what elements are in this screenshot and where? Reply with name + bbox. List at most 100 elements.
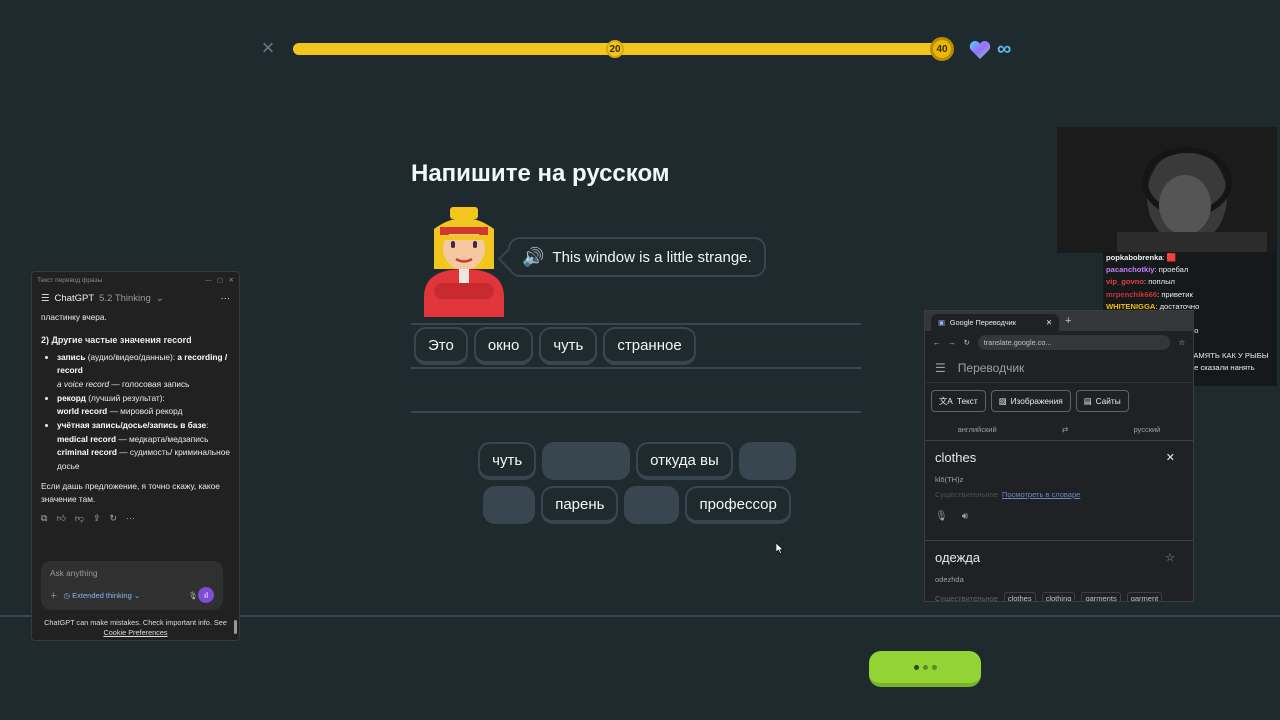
term: учётная запись/досье/запись в базе	[57, 419, 207, 430]
answer-line-top	[411, 323, 861, 325]
speaker-icon[interactable]: 🔊	[522, 247, 544, 268]
image-icon: ▨	[998, 396, 1007, 406]
answer-tile[interactable]: чуть	[539, 327, 598, 365]
swap-languages-icon[interactable]: ⇄	[1062, 425, 1068, 434]
model-name: ChatGPT	[54, 293, 95, 304]
dictionary-link[interactable]: Посмотреть в словаре	[1002, 490, 1080, 499]
loading-dot	[931, 664, 937, 670]
site-icon: ▤	[1083, 396, 1092, 406]
word-tile-placeholder	[624, 486, 680, 524]
forward-icon[interactable]: →	[948, 338, 955, 347]
voice-mode-icon[interactable]: ıl	[198, 587, 214, 603]
heart-icon	[969, 40, 991, 59]
message-text: пластинку вчера.	[41, 312, 107, 322]
target-language[interactable]: русский	[1133, 425, 1160, 434]
chat-message: пластинку вчера. 2) Другие частые значен…	[32, 309, 239, 509]
hearts-value: ∞	[997, 38, 1012, 60]
back-icon[interactable]: ←	[933, 338, 940, 347]
clear-icon[interactable]: ✕	[1166, 451, 1175, 464]
scrollbar[interactable]	[234, 290, 237, 635]
source-text-input[interactable]: clothes	[935, 450, 1183, 465]
word-tile[interactable]: парень	[541, 486, 619, 524]
disclaimer-text: ChatGPT can make mistakes. Check importa…	[44, 618, 227, 627]
answer-tile[interactable]: окно	[473, 327, 534, 365]
word-tile-placeholder	[542, 442, 631, 480]
window-controls[interactable]: — ▢ ✕	[205, 276, 234, 284]
term: запись	[57, 351, 86, 362]
lesson-progress-bar: 20 40	[293, 37, 954, 61]
example: criminal record	[57, 447, 117, 458]
close-icon[interactable]: ×	[259, 37, 277, 59]
chat-message: vip_govno: поплыл	[1106, 277, 1175, 287]
word-tile[interactable]: откуда вы	[636, 442, 733, 480]
extended-thinking-toggle[interactable]: ◷ Extended thinking ⌄	[58, 591, 189, 600]
alternative-translations: Существительное clothes clothing garment…	[935, 592, 1183, 601]
chat-username: vip_govno	[1106, 277, 1144, 287]
mode-label: Текст	[956, 396, 978, 406]
thumbs-up-icon[interactable]: 👍︎	[56, 513, 65, 524]
milestone-badge: 20	[606, 40, 624, 58]
webcam-feed	[1057, 127, 1277, 253]
answer-line-middle	[411, 367, 861, 369]
message-text: Если дашь предложение, я точно скажу, ка…	[41, 480, 220, 505]
answer-tile[interactable]: Это	[414, 327, 468, 365]
new-tab-icon[interactable]: +	[1065, 315, 1071, 327]
input-toolbar: ＋ ◷ Extended thinking ⌄ 🎙︎ ıl	[50, 587, 214, 603]
word-tile[interactable]: профессор	[685, 486, 791, 524]
menu-icon[interactable]: ☰	[935, 361, 946, 375]
regenerate-icon[interactable]: ↻	[110, 513, 118, 524]
speaker-icon[interactable]: 🔊︎	[962, 511, 968, 522]
browser-tab[interactable]: ▣ Google Переводчик ✕	[931, 314, 1059, 331]
star-icon[interactable]: ☆	[1165, 551, 1175, 564]
sidebar-toggle-icon[interactable]: ☰	[41, 293, 50, 304]
plus-icon[interactable]: ＋	[50, 590, 58, 601]
more-options-icon[interactable]: ···	[221, 293, 231, 304]
source-language[interactable]: английский	[958, 425, 997, 434]
more-icon[interactable]: ···	[126, 513, 135, 524]
reload-icon[interactable]: ↻	[964, 338, 970, 347]
microphone-icon[interactable]: 🎙︎	[188, 591, 198, 600]
chat-message: pacanchotkiy: проебал	[1106, 265, 1189, 275]
chat-username: pacanchotkiy	[1106, 265, 1155, 275]
chat-text: 🟥	[1166, 253, 1177, 262]
window-title: Текст перевод фразы	[37, 276, 103, 284]
prompt-sentence: This window is a little strange.	[552, 248, 752, 266]
word-tile-placeholder	[738, 442, 796, 480]
model-selector[interactable]: ☰ ChatGPT 5.2 Thinking ⌄	[41, 293, 164, 304]
character-illustration	[424, 207, 504, 317]
chat-username: mrpenchik666	[1106, 289, 1158, 299]
microphone-icon[interactable]: 🎙︎	[935, 511, 948, 522]
model-version: 5.2 Thinking	[99, 293, 151, 304]
answer-tile[interactable]: странное	[603, 327, 696, 365]
example: a voice record	[57, 378, 110, 389]
share-icon[interactable]: ⇪	[93, 513, 101, 524]
translation-transliteration: odezhda	[935, 575, 964, 584]
word-tile[interactable]: чуть	[478, 442, 537, 480]
chatgpt-window: Текст перевод фразы — ▢ ✕ ☰ ChatGPT 5.2 …	[31, 271, 240, 641]
copy-icon[interactable]: ⧉	[41, 513, 47, 524]
url-field[interactable]: translate.google.co...	[977, 334, 1171, 350]
alternative-chip[interactable]: garments	[1081, 592, 1121, 601]
check-button[interactable]	[869, 651, 981, 687]
star-icon[interactable]: ☆	[1178, 338, 1185, 347]
alternative-chip[interactable]: garment	[1126, 592, 1163, 601]
chat-input[interactable]: Ask anything ＋ ◷ Extended thinking ⌄ 🎙︎ …	[41, 561, 223, 610]
term-note: :	[206, 419, 209, 430]
thumbs-down-icon[interactable]: 👎︎	[75, 513, 84, 524]
source-tools: 🎙︎ 🔊︎	[935, 511, 1183, 522]
chat-input-placeholder[interactable]: Ask anything	[50, 568, 214, 578]
source-part-of-speech: Существительное Посмотреть в словаре	[935, 490, 1183, 499]
alternative-chip[interactable]: clothing	[1041, 592, 1076, 601]
page-title: Напишите на русском	[411, 160, 670, 187]
mode-sites-button[interactable]: ▤ Сайты	[1075, 390, 1129, 412]
cookie-preferences-link[interactable]: Cookie Preferences	[103, 628, 167, 637]
loading-dot	[913, 664, 919, 670]
source-panel: clothes ✕ klō(TH)z Существительное Посмо…	[925, 441, 1193, 541]
term-note: (аудио/видео/данные):	[85, 351, 178, 362]
mode-text-button[interactable]: 文A Текст	[931, 390, 986, 412]
close-tab-icon[interactable]: ✕	[1046, 318, 1052, 327]
mouse-cursor-icon	[776, 543, 784, 554]
answer-line-bottom	[411, 411, 861, 413]
mode-images-button[interactable]: ▨ Изображения	[990, 390, 1071, 412]
alternative-chip[interactable]: clothes	[1003, 592, 1036, 601]
